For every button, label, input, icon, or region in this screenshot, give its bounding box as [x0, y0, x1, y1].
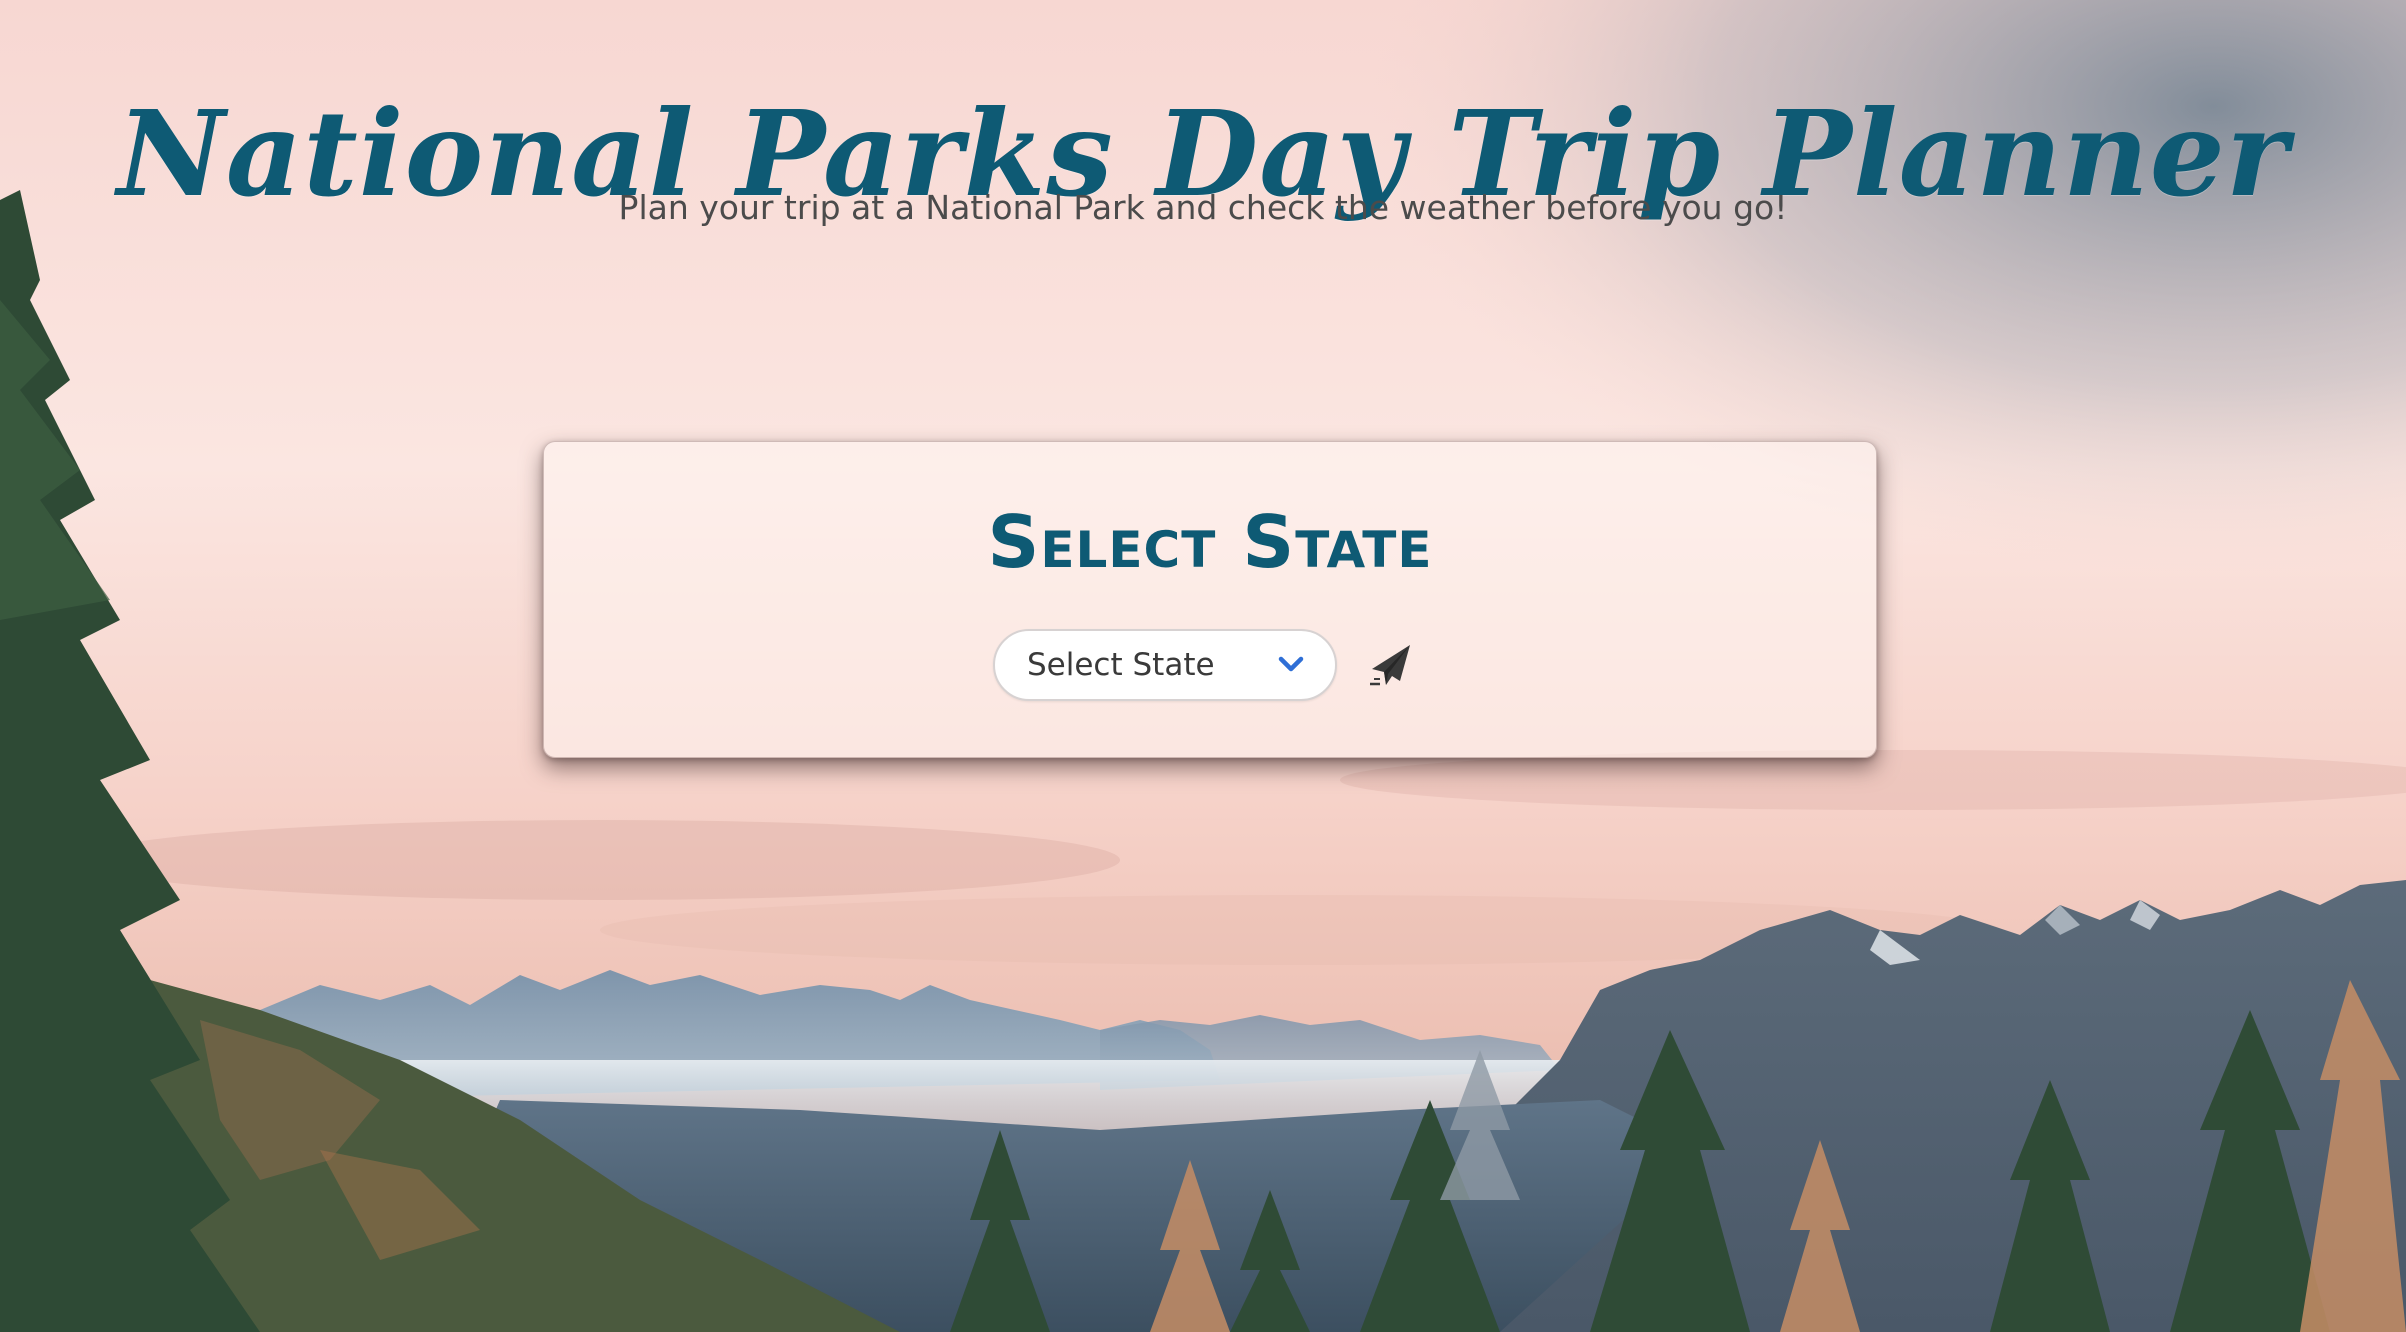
- submit-state-button[interactable]: [1364, 639, 1420, 691]
- state-select-value: Select State: [1027, 647, 1215, 683]
- chevron-down-icon: [1277, 653, 1305, 675]
- paper-plane-icon: [1364, 645, 1420, 695]
- card-heading: Select State: [987, 500, 1433, 584]
- select-state-card: Select State Select State: [543, 441, 1877, 758]
- page-subtitle: Plan your trip at a National Park and ch…: [618, 188, 1788, 227]
- state-select-dropdown[interactable]: Select State: [993, 629, 1337, 701]
